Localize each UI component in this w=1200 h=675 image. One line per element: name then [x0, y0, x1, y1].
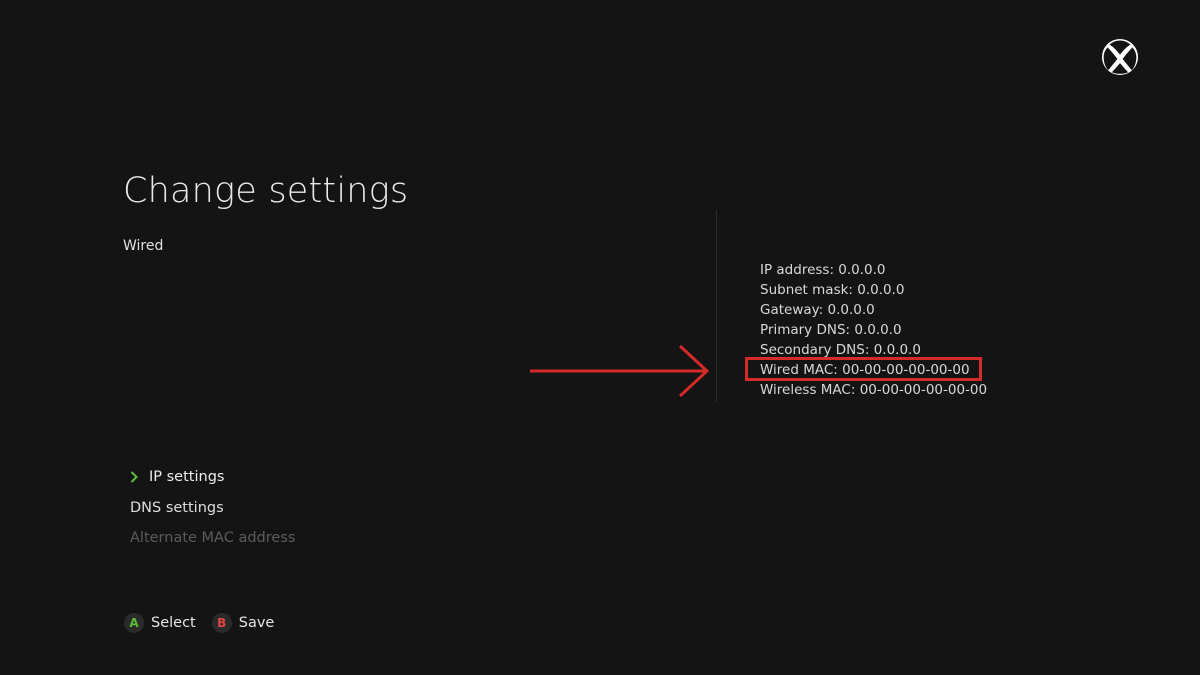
- annotation-arrow-icon: [530, 344, 710, 398]
- select-hint[interactable]: A Select: [124, 613, 196, 633]
- wired-mac-highlight-box: [745, 357, 982, 381]
- wireless-mac-info: Wireless MAC: 00-00-00-00-00-00: [760, 382, 988, 398]
- menu-item-label: IP settings: [149, 469, 225, 485]
- primary-dns-info: Primary DNS: 0.0.0.0: [760, 322, 902, 338]
- menu-item-label: Alternate MAC address: [130, 530, 296, 546]
- menu-item-label: DNS settings: [130, 499, 224, 516]
- gateway-info: Gateway: 0.0.0.0: [760, 302, 875, 318]
- xbox-logo-icon: [1101, 38, 1139, 76]
- menu-item-dns-settings[interactable]: DNS settings: [130, 498, 295, 529]
- subnet-mask-info: Subnet mask: 0.0.0.0: [760, 282, 905, 298]
- ip-address-info: IP address: 0.0.0.0: [760, 262, 886, 278]
- save-hint[interactable]: B Save: [211, 613, 275, 633]
- network-settings-screen: Change settings Wired IP address: 0.0.0.…: [0, 0, 1200, 675]
- save-hint-label: Save: [238, 615, 275, 631]
- select-hint-label: Select: [151, 615, 196, 631]
- menu-item-ip-settings[interactable]: IP settings: [130, 467, 295, 498]
- settings-menu: IP settings DNS settings Alternate MAC a…: [130, 467, 295, 559]
- a-button-icon: A: [124, 613, 144, 633]
- menu-item-alternate-mac-address: Alternate MAC address: [130, 528, 295, 559]
- chevron-right-icon: [130, 471, 138, 483]
- connection-type-label: Wired: [123, 238, 164, 254]
- controller-hints: A Select B Save: [124, 613, 290, 633]
- page-title: Change settings: [123, 171, 409, 211]
- panel-divider: [716, 210, 717, 402]
- b-button-icon: B: [211, 613, 232, 633]
